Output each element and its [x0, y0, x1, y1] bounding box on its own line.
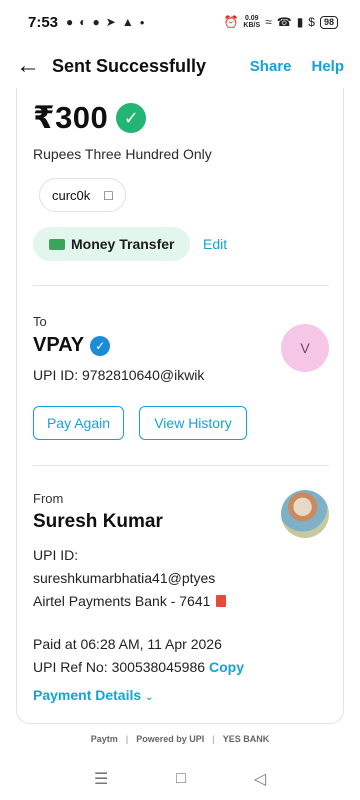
- note-chip: curc0k □: [39, 178, 126, 212]
- amount-in-words: Rupees Three Hundred Only: [33, 146, 212, 162]
- system-icons: ⏰ 0.09 KB/S ≈ ☎ ▮ $ 98: [223, 15, 338, 29]
- app-a-icon: ▲: [121, 15, 134, 29]
- sender-avatar: [281, 490, 329, 538]
- home-icon[interactable]: □: [176, 770, 186, 788]
- app-bar: ← Sent Successfully Share Help: [0, 44, 360, 88]
- divider: [33, 465, 329, 466]
- amount-row: ₹300 ✓: [33, 100, 147, 136]
- battery-icon: 98: [319, 15, 338, 29]
- yes-bank-logo: YES BANK: [222, 734, 270, 744]
- sender-name: Suresh Kumar: [33, 511, 163, 532]
- signal-icon: ▮: [296, 15, 304, 29]
- status-bar: 7:53 ● ◐ ● ➤ ▲ ● ⏰ 0.09 KB/S ≈ ☎ ▮ $ 98: [0, 0, 360, 44]
- upi-logo: Powered by UPI: [136, 734, 205, 744]
- money-icon: [49, 238, 65, 250]
- recipient-avatar: V: [281, 324, 329, 372]
- edit-category-link[interactable]: Edit: [203, 236, 227, 252]
- footer-separator: |: [212, 734, 215, 744]
- back-icon[interactable]: ◁: [254, 769, 266, 789]
- upi-ref-no: UPI Ref No: 300538045986: [33, 659, 206, 675]
- chat-icon: ●: [92, 15, 100, 29]
- header-actions: Share Help: [250, 58, 344, 75]
- recipient-name: VPAY: [33, 334, 85, 356]
- message-icon: □: [104, 187, 113, 203]
- status-time: 7:53: [28, 13, 59, 31]
- footer-brands: Paytm | Powered by UPI | YES BANK: [0, 734, 360, 744]
- view-history-button[interactable]: View History: [139, 406, 247, 440]
- amount-value: ₹300: [33, 100, 109, 135]
- snapchat-icon: ●: [66, 15, 74, 29]
- recipient-upi-id: UPI ID: 9782810640@ikwik: [33, 367, 205, 383]
- sender-bank: Airtel Payments Bank - 7641: [33, 593, 211, 609]
- paytm-logo: Paytm: [90, 734, 118, 744]
- telegram-icon: ➤: [105, 15, 116, 29]
- footer-separator: |: [125, 734, 129, 744]
- net-speed-unit: KB/S: [243, 22, 261, 29]
- category-chip[interactable]: Money Transfer: [33, 227, 191, 261]
- alarm-icon: ⏰: [223, 15, 239, 29]
- to-label: To: [33, 314, 47, 329]
- chevron-down-icon: ⌄: [145, 692, 154, 703]
- from-label: From: [33, 491, 64, 506]
- dollar-icon: $: [308, 15, 315, 29]
- sender-upi-label: UPI ID:: [33, 547, 79, 563]
- recipient-name-row: VPAY ✓: [33, 334, 111, 357]
- dot-icon: ●: [139, 17, 145, 27]
- divider: [33, 285, 329, 286]
- sender-upi-id: sureshkumarbhatia41@ptyes: [33, 570, 216, 586]
- net-speed-value: 0.09: [244, 15, 259, 22]
- category-label: Money Transfer: [71, 236, 175, 252]
- bank-logo-icon: [216, 595, 227, 607]
- verified-badge-icon: ✓: [90, 335, 111, 356]
- pay-again-button[interactable]: Pay Again: [33, 406, 124, 440]
- sender-bank-row: Airtel Payments Bank - 7641: [33, 593, 227, 609]
- page-title: Sent Successfully: [52, 55, 207, 76]
- wifi-icon: ≈: [265, 15, 272, 29]
- payment-details-toggle[interactable]: Payment Details ⌄: [33, 687, 153, 703]
- notification-icons: ● ◐ ● ➤ ▲ ●: [66, 15, 145, 29]
- payment-details-label: Payment Details: [33, 687, 142, 703]
- note-text: curc0k: [52, 187, 91, 203]
- success-check-icon: ✓: [116, 103, 147, 133]
- whatsapp-icon: ◐: [79, 15, 87, 29]
- help-button[interactable]: Help: [311, 58, 344, 75]
- menu-icon[interactable]: ☰: [94, 769, 108, 789]
- net-speed: 0.09 KB/S: [243, 15, 260, 29]
- transaction-card: ₹300 ✓ Rupees Three Hundred Only curc0k …: [16, 88, 344, 724]
- paid-at: Paid at 06:28 AM, 11 Apr 2026: [33, 636, 222, 652]
- call-icon: ☎: [276, 15, 292, 29]
- copy-button[interactable]: Copy: [209, 659, 244, 675]
- share-button[interactable]: Share: [250, 58, 292, 75]
- ref-row: UPI Ref No: 300538045986 Copy: [33, 659, 244, 675]
- back-arrow-icon[interactable]: ←: [16, 52, 48, 80]
- system-nav-bar: ☰ □ ◁: [0, 764, 360, 794]
